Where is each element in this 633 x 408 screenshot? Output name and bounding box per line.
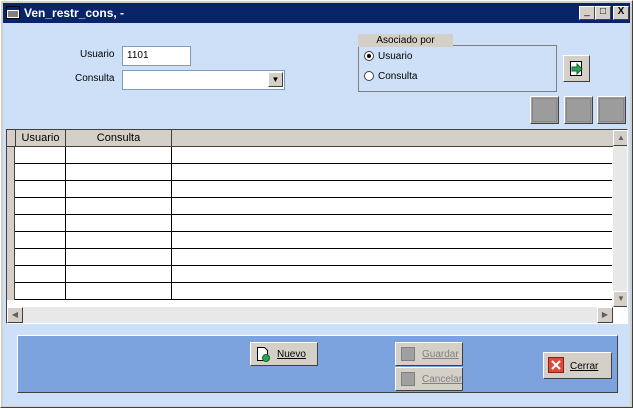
maximize-icon: □: [599, 6, 607, 17]
form-area: Usuario 1101 Consulta ▼ Asociado por Usu…: [3, 23, 630, 406]
row-selector[interactable]: [7, 198, 15, 215]
table-row[interactable]: [7, 266, 612, 283]
cell-consulta[interactable]: [66, 266, 172, 283]
scroll-left-icon[interactable]: ◀: [7, 307, 23, 323]
scroll-up-icon[interactable]: ▲: [613, 130, 627, 146]
usuario-input[interactable]: 1101: [122, 46, 191, 66]
new-document-icon: [257, 347, 270, 362]
cell-usuario[interactable]: [16, 232, 66, 249]
cell-consulta[interactable]: [66, 181, 172, 198]
cancel-icon: [401, 372, 415, 386]
col-header-consulta[interactable]: Consulta: [66, 130, 172, 147]
cell-consulta[interactable]: [66, 215, 172, 232]
asociado-title: Asociado por: [358, 34, 453, 47]
cell-usuario[interactable]: [16, 181, 66, 198]
row-selector[interactable]: [7, 164, 15, 181]
cancelar-button[interactable]: Cancelar: [395, 367, 463, 391]
cell-consulta[interactable]: [66, 147, 172, 164]
guardar-label: Guardar: [422, 349, 459, 360]
scroll-right-icon[interactable]: ▶: [597, 307, 613, 323]
nuevo-label: Nuevo: [277, 349, 306, 360]
cell-consulta[interactable]: [66, 164, 172, 181]
cell-usuario[interactable]: [16, 266, 66, 283]
table-row[interactable]: [7, 198, 612, 215]
table-row[interactable]: [7, 181, 612, 198]
cell-consulta[interactable]: [66, 249, 172, 266]
horizontal-scrollbar[interactable]: ◀ ▶: [7, 307, 613, 323]
usuario-label: Usuario: [80, 49, 115, 60]
cell-consulta[interactable]: [66, 232, 172, 249]
row-selector[interactable]: [7, 215, 15, 232]
cell-usuario[interactable]: [16, 198, 66, 215]
cerrar-label: Cerrar: [570, 361, 599, 372]
table-row[interactable]: [7, 249, 612, 266]
grid-button-3[interactable]: [597, 96, 626, 124]
vertical-scrollbar[interactable]: ▲ ▼: [613, 130, 627, 307]
row-selector[interactable]: [7, 283, 15, 300]
table-row[interactable]: [7, 164, 612, 181]
cell-consulta[interactable]: [66, 198, 172, 215]
radio-usuario-label: Usuario: [378, 51, 413, 62]
row-selector[interactable]: [7, 249, 15, 266]
col-header-usuario[interactable]: Usuario: [16, 130, 66, 147]
window-title: Ven_restr_cons, -: [24, 6, 125, 20]
minimize-button[interactable]: _: [579, 6, 595, 20]
form-icon: [6, 6, 20, 19]
arrow-doc-icon: [570, 61, 583, 76]
grid-button-1[interactable]: [530, 96, 559, 124]
maximize-button[interactable]: □: [595, 6, 611, 20]
cell-usuario[interactable]: [16, 164, 66, 181]
cancelar-label: Cancelar: [422, 374, 463, 385]
radio-consulta-label: Consulta: [378, 71, 418, 82]
table-row[interactable]: [7, 283, 612, 300]
col-header-filler: [172, 130, 613, 147]
cell-usuario[interactable]: [16, 147, 66, 164]
cell-usuario[interactable]: [16, 215, 66, 232]
row-selector[interactable]: [7, 147, 15, 164]
grid-corner: [7, 130, 16, 147]
close-icon: X: [617, 6, 625, 17]
save-icon: [401, 347, 415, 361]
consulta-select[interactable]: ▼: [122, 70, 285, 90]
chevron-down-icon[interactable]: ▼: [268, 72, 283, 87]
refresh-button[interactable]: [563, 55, 590, 82]
row-selector[interactable]: [7, 266, 15, 283]
cell-usuario[interactable]: [16, 249, 66, 266]
action-panel: Nuevo Guardar Cancelar Cerrar: [17, 335, 618, 393]
grid-button-2[interactable]: [564, 96, 593, 124]
consulta-label: Consulta: [75, 73, 115, 84]
app-window: Ven_restr_cons, - _ □ X Usuario 1101 Con…: [0, 0, 633, 408]
radio-usuario[interactable]: [364, 51, 374, 61]
radio-consulta[interactable]: [364, 71, 374, 81]
cell-consulta[interactable]: [66, 283, 172, 300]
minimize-icon: _: [584, 6, 590, 17]
row-selector[interactable]: [7, 181, 15, 198]
guardar-button[interactable]: Guardar: [395, 342, 463, 366]
cell-usuario[interactable]: [16, 283, 66, 300]
cerrar-button[interactable]: Cerrar: [543, 352, 612, 379]
close-button[interactable]: X: [613, 6, 629, 20]
row-selector[interactable]: [7, 232, 15, 249]
data-grid[interactable]: Usuario Consulta ▲ ▼ ◀ ▶: [6, 129, 628, 324]
nuevo-button[interactable]: Nuevo: [250, 342, 318, 366]
close-x-icon: [548, 357, 564, 373]
table-row[interactable]: [7, 147, 612, 164]
scroll-down-icon[interactable]: ▼: [613, 291, 627, 307]
table-row[interactable]: [7, 232, 612, 249]
title-bar: Ven_restr_cons, - _ □ X: [3, 3, 630, 23]
table-row[interactable]: [7, 215, 612, 232]
